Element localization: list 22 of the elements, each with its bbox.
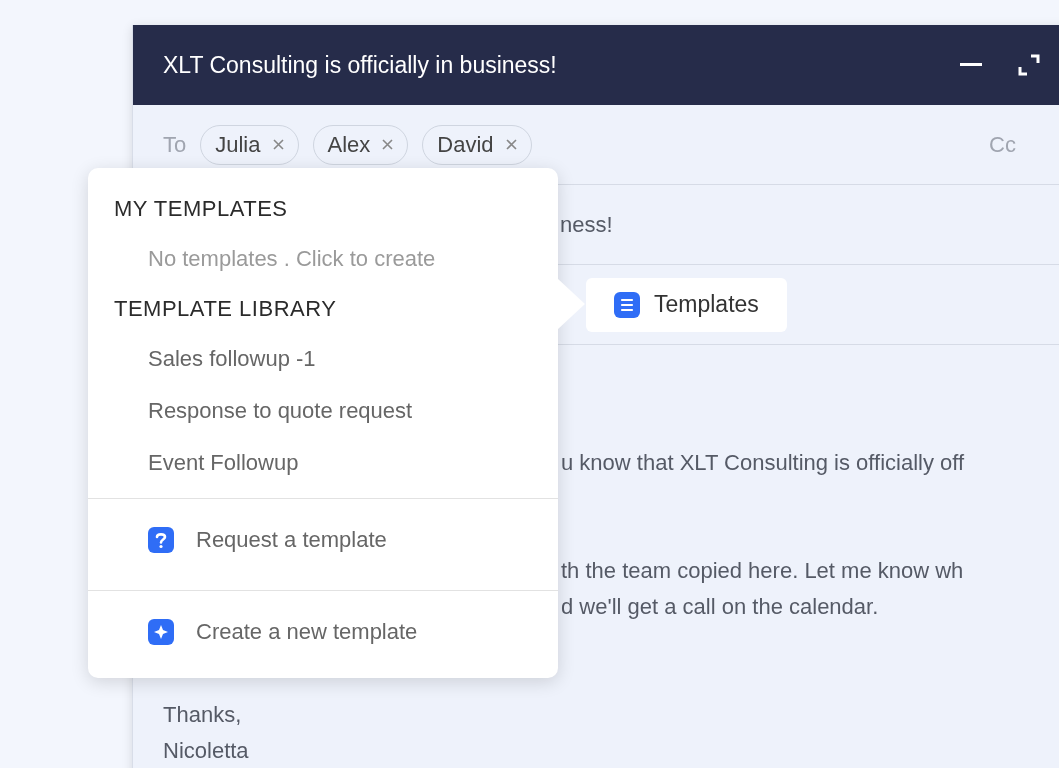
signature-text: Thanks, (163, 701, 243, 729)
template-item[interactable]: Event Followup (88, 436, 558, 488)
minimize-icon[interactable] (960, 63, 982, 67)
close-icon[interactable] (505, 139, 517, 150)
signature-text: Nicoletta (163, 737, 250, 765)
body-text: d we'll get a call on the calendar. (561, 593, 880, 621)
action-link[interactable]: Request a template (196, 523, 387, 556)
list-icon (614, 291, 640, 318)
template-item[interactable]: Response to quote request (88, 384, 558, 436)
expand-icon[interactable] (1018, 54, 1040, 76)
body-text: th the team copied here. Let me know wh (561, 557, 965, 585)
question-icon (148, 526, 174, 553)
body-text: u know that XLT Consulting is officially off (561, 449, 966, 477)
close-icon[interactable] (382, 139, 394, 150)
template-item[interactable]: Sales followup -1 (88, 332, 558, 384)
section-heading: MY TEMPLATES (113, 194, 289, 223)
action-link[interactable]: Create a new template (196, 615, 418, 648)
to-label: To (163, 131, 187, 159)
section-heading: TEMPLATE LIBRARY (113, 294, 338, 323)
window-title: XLT Consulting is officially in business! (163, 50, 557, 80)
close-icon[interactable] (272, 139, 284, 150)
subject-text: ness! (560, 211, 613, 239)
